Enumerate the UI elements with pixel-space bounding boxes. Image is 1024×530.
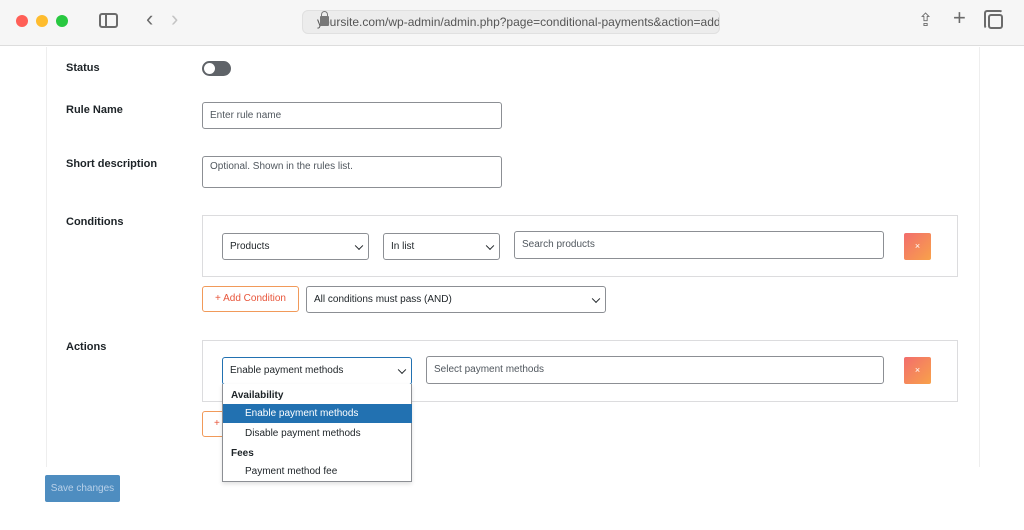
condition-operator-select[interactable]: In list	[383, 233, 500, 260]
remove-action-button[interactable]: ×	[904, 357, 931, 384]
rule-name-label: Rule Name	[66, 104, 123, 116]
option-payment-method-fee[interactable]: Payment method fee	[223, 462, 412, 481]
tab-overview-icon[interactable]	[984, 10, 1003, 29]
browser-toolbar: ‹ › yoursite.com/wp-admin/admin.php?page…	[0, 0, 1024, 46]
short-description-placeholder: Optional. Shown in the rules list.	[210, 161, 353, 172]
optgroup-availability: Availability	[231, 390, 284, 401]
actions-label: Actions	[66, 341, 107, 353]
add-condition-button[interactable]: + Add Condition	[202, 286, 299, 312]
close-icon: ×	[914, 241, 921, 251]
condition-subject-select[interactable]: Products	[222, 233, 369, 260]
rule-name-input[interactable]: Enter rule name	[202, 102, 502, 129]
condition-logic-value: All conditions must pass (AND)	[314, 294, 452, 305]
condition-logic-select[interactable]: All conditions must pass (AND)	[306, 286, 606, 313]
short-description-label: Short description	[66, 158, 158, 170]
close-window-button[interactable]	[16, 15, 28, 27]
close-icon: ×	[914, 365, 921, 375]
lock-icon	[320, 11, 329, 26]
sidebar-toggle-icon[interactable]	[99, 13, 118, 28]
action-payment-methods-search[interactable]: Select payment methods	[426, 356, 884, 384]
remove-condition-button[interactable]: ×	[904, 233, 931, 260]
optgroup-fees: Fees	[231, 448, 254, 459]
save-changes-label: Save changes	[50, 483, 115, 494]
add-action-label: +	[214, 418, 220, 429]
status-label: Status	[66, 62, 100, 74]
action-payment-methods-placeholder: Select payment methods	[434, 364, 545, 375]
conditions-label: Conditions	[66, 216, 124, 228]
save-changes-button[interactable]: Save changes	[45, 475, 120, 502]
condition-operator-value: In list	[391, 241, 415, 252]
short-description-textarea[interactable]: Optional. Shown in the rules list.	[202, 156, 502, 188]
forward-arrow-icon[interactable]: ›	[171, 8, 178, 30]
option-enable-payment-methods[interactable]: Enable payment methods	[223, 404, 412, 423]
condition-products-placeholder: Search products	[522, 239, 595, 250]
address-bar[interactable]: yoursite.com/wp-admin/admin.php?page=con…	[302, 10, 720, 34]
condition-subject-value: Products	[230, 241, 270, 252]
option-label: Enable payment methods	[245, 408, 359, 419]
condition-products-search[interactable]: Search products	[514, 231, 884, 259]
action-type-value: Enable payment methods	[230, 365, 344, 376]
option-label: Disable payment methods	[245, 428, 361, 439]
option-disable-payment-methods[interactable]: Disable payment methods	[223, 424, 412, 443]
share-icon[interactable]: ⇪	[918, 11, 933, 29]
action-type-select[interactable]: Enable payment methods	[222, 357, 412, 385]
action-type-dropdown: Availability Enable payment methods Disa…	[222, 384, 412, 482]
minimize-window-button[interactable]	[36, 15, 48, 27]
address-bar-url: yoursite.com/wp-admin/admin.php?page=con…	[317, 15, 719, 29]
option-label: Payment method fee	[245, 466, 338, 477]
back-arrow-icon[interactable]: ‹	[146, 8, 153, 30]
rule-name-placeholder: Enter rule name	[210, 110, 282, 121]
status-toggle[interactable]	[202, 61, 231, 76]
new-tab-icon[interactable]: +	[953, 7, 966, 29]
add-condition-label: + Add Condition	[215, 293, 286, 304]
maximize-window-button[interactable]	[56, 15, 68, 27]
